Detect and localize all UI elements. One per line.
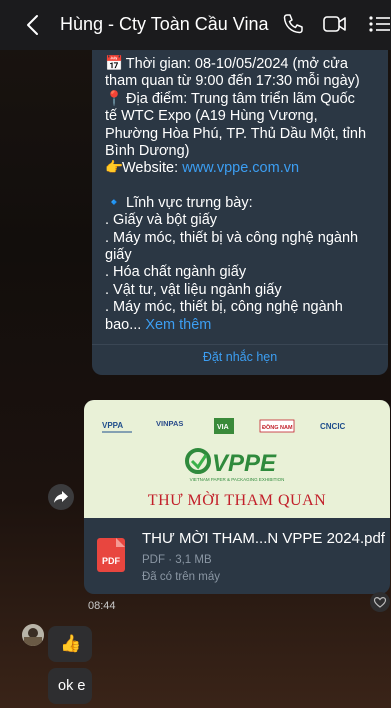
thumbs-up-icon: 👍 bbox=[60, 634, 82, 653]
emoji-icon: 📍 bbox=[105, 90, 124, 107]
invitation-heading: THƯ MỜI THAM QUAN bbox=[147, 492, 327, 509]
logo-vinpas: VINPAS bbox=[156, 419, 183, 428]
message-line: 👉Website: www.vppe.com.vn bbox=[105, 160, 387, 177]
message-line-text: Bình Dương) bbox=[105, 143, 190, 160]
message-line: Phường Hòa Phú, TP. Thủ Dầu Một, tỉnh bbox=[105, 126, 387, 143]
message-line-text: . Vật tư, vật liệu ngành giấy bbox=[105, 281, 282, 298]
message-line-text: Website: bbox=[122, 160, 183, 177]
text-message[interactable]: ok e bbox=[48, 668, 92, 704]
invitation-image[interactable]: VPPA VINPAS VIA ĐỒNG NAM CNCIC VPPE VIET… bbox=[84, 400, 390, 518]
vppe-brand: VPPE bbox=[212, 450, 277, 477]
emoji-icon: 🔹 bbox=[105, 194, 124, 211]
contact-name[interactable]: Hùng - Cty Toàn Cầu Vina bbox=[60, 14, 268, 35]
message-line: . Máy móc, thiết bị, công nghệ ngành bbox=[105, 299, 387, 316]
message-line: . Giấy và bột giấy bbox=[105, 212, 387, 229]
emoji-icon: 📅 bbox=[105, 56, 124, 72]
video-icon[interactable] bbox=[322, 13, 348, 35]
vppe-logo: VPPE VIETNAM PAPER & PACKAGING EXHIBITIO… bbox=[185, 448, 285, 482]
message-line: . Hóa chất ngành giấy bbox=[105, 264, 387, 281]
logo-via: VIA bbox=[217, 424, 229, 431]
message-line-text: giấy bbox=[105, 247, 132, 264]
message-line-text: Thời gian: 08-10/05/2024 (mở cửa bbox=[122, 56, 348, 72]
logo-vppa: VPPA bbox=[102, 421, 123, 430]
message-timestamp: 08:44 bbox=[88, 600, 116, 612]
pdf-file-icon: PDF bbox=[97, 538, 125, 572]
logo-cncic: CNCIC bbox=[320, 422, 346, 431]
emoji-icon: 👉 bbox=[105, 160, 124, 177]
file-meta: PDF · 3,1 MB bbox=[142, 554, 212, 566]
message-line-text: . Hóa chất ngành giấy bbox=[105, 264, 247, 281]
message-line: giấy bbox=[105, 247, 387, 264]
message-line: 📍 Địa điểm: Trung tâm triển lãm Quốc bbox=[105, 91, 387, 108]
heart-react-icon[interactable] bbox=[370, 592, 390, 612]
like-message[interactable]: 👍 bbox=[48, 626, 92, 662]
message-line-text: Lĩnh vực trưng bày: bbox=[122, 194, 253, 211]
message-line-text: . Máy móc, thiết bị và công nghệ ngành bbox=[105, 229, 359, 246]
see-more-link[interactable]: Xem thêm bbox=[145, 317, 211, 333]
message-line bbox=[105, 178, 387, 195]
message-line: bao... Xem thêm bbox=[105, 317, 387, 334]
message-line-text: . Máy móc, thiết bị, công nghệ ngành bbox=[105, 299, 343, 316]
divider bbox=[92, 344, 388, 345]
message-line-text: tham quan từ 9:00 đến 17:30 mỗi ngày) bbox=[105, 73, 360, 90]
message-line-text: Địa điểm: Trung tâm triển lãm Quốc bbox=[122, 90, 355, 107]
message-line-text: Phường Hòa Phú, TP. Thủ Dầu Một, tỉnh bbox=[105, 125, 367, 142]
chat-header: Hùng - Cty Toàn Cầu Vina bbox=[0, 0, 391, 50]
message-line: . Máy móc, thiết bị và công nghệ ngành bbox=[105, 230, 387, 247]
message-text: 📅 Thời gian: 08-10/05/2024 (mở cửa tham q… bbox=[105, 56, 387, 334]
message-line: 📅 Thời gian: 08-10/05/2024 (mở cửa bbox=[105, 56, 387, 73]
sender-avatar[interactable] bbox=[22, 624, 44, 646]
message-line-text: bao... bbox=[105, 316, 146, 333]
message-line-text: . Giấy và bột giấy bbox=[105, 212, 218, 229]
file-status: Đã có trên máy bbox=[142, 571, 220, 583]
message-line-text: tế WTC Expo (A19 Hùng Vương, bbox=[105, 108, 318, 125]
message-line: 🔹 Lĩnh vực trưng bày: bbox=[105, 195, 387, 212]
message-line: tế WTC Expo (A19 Hùng Vương, bbox=[105, 108, 387, 125]
list-menu-icon[interactable] bbox=[368, 13, 391, 35]
share-icon[interactable] bbox=[48, 484, 74, 510]
file-name: THƯ MỜI THAM...N VPPE 2024.pdf bbox=[142, 530, 385, 547]
message-line: Bình Dương) bbox=[105, 143, 387, 160]
website-link[interactable]: www.vppe.com.vn bbox=[182, 160, 299, 176]
message-line: . Vật tư, vật liệu ngành giấy bbox=[105, 282, 387, 299]
sponsor-logos: VPPA VINPAS VIA ĐỒNG NAM CNCIC bbox=[102, 418, 346, 434]
phone-icon[interactable] bbox=[282, 13, 304, 35]
file-attachment-card[interactable]: VPPA VINPAS VIA ĐỒNG NAM CNCIC VPPE VIET… bbox=[84, 400, 390, 594]
logo-dong-nam: ĐỒNG NAM bbox=[262, 424, 293, 431]
chevron-left-icon[interactable] bbox=[22, 12, 44, 38]
message-line: tham quan từ 9:00 đến 17:30 mỗi ngày) bbox=[105, 73, 387, 90]
vppe-tagline: VIETNAM PAPER & PACKAGING EXHIBITION bbox=[190, 477, 285, 482]
set-reminder-button[interactable]: Đặt nhắc hẹn bbox=[92, 350, 388, 364]
